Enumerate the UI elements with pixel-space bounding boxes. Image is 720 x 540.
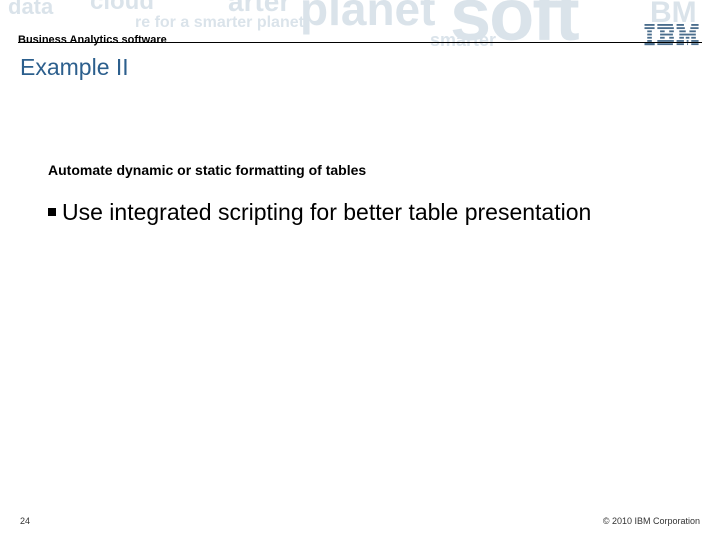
copyright: © 2010 IBM Corporation (603, 516, 700, 526)
bullet-list: Use integrated scripting for better tabl… (48, 198, 680, 227)
slide-title: Example II (20, 54, 129, 81)
header: Business Analytics software (0, 0, 720, 46)
header-label: Business Analytics software (18, 34, 167, 46)
slide-subheading: Automate dynamic or static formatting of… (48, 162, 366, 178)
bullet-square-icon (48, 208, 56, 216)
bullet-text: Use integrated scripting for better tabl… (62, 198, 591, 227)
bullet-item: Use integrated scripting for better tabl… (48, 198, 680, 227)
header-divider (18, 42, 702, 43)
slide: soft planet re for a smarter planet data… (0, 0, 720, 540)
page-number: 24 (20, 516, 30, 526)
